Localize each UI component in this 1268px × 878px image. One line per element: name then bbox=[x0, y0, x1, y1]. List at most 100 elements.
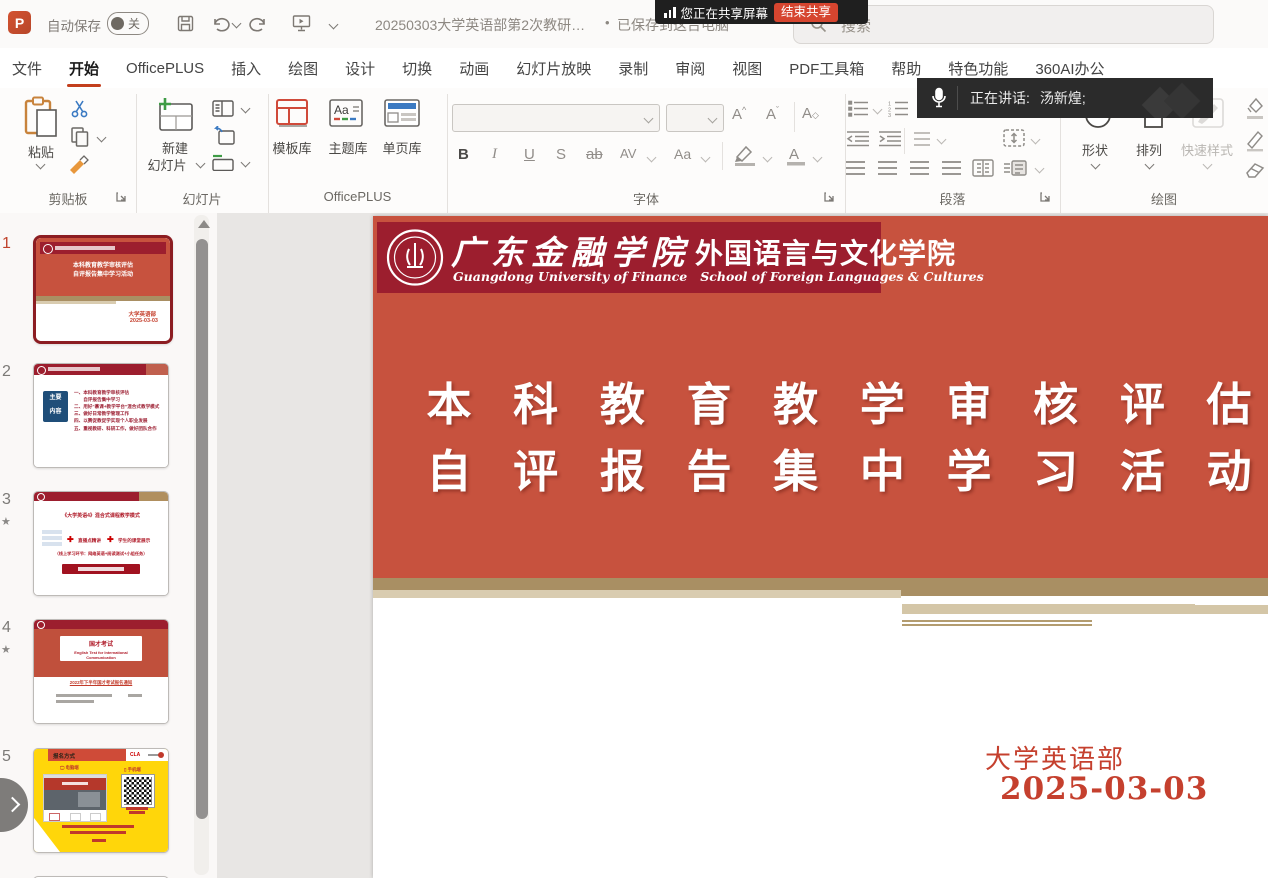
slide-layout-icon[interactable] bbox=[212, 100, 234, 122]
character-spacing-button[interactable]: AV bbox=[620, 146, 636, 161]
paragraph-dialog-launcher[interactable] bbox=[1040, 191, 1052, 203]
menu-item-帮助[interactable]: 帮助 bbox=[891, 58, 921, 79]
highlight-color-icon[interactable] bbox=[732, 144, 758, 171]
line-spacing-icon[interactable] bbox=[914, 132, 930, 147]
editing-canvas[interactable]: 广东金融学院 外国语言与文化学院 Guangdong University of… bbox=[217, 213, 1268, 878]
eraser-icon[interactable] bbox=[1244, 160, 1266, 185]
powerpoint-app-icon[interactable]: P bbox=[8, 11, 31, 34]
new-slide-button[interactable] bbox=[152, 96, 198, 138]
quick-access-dropdown-icon[interactable] bbox=[329, 20, 339, 30]
clear-formatting-button[interactable]: A◇ bbox=[802, 105, 819, 122]
text-direction-dropdown-icon[interactable] bbox=[1031, 135, 1041, 145]
font-dialog-launcher[interactable] bbox=[824, 191, 836, 203]
section-icon[interactable] bbox=[212, 154, 234, 176]
paste-label[interactable]: 粘贴 bbox=[14, 142, 68, 161]
menu-item-特色功能[interactable]: 特色功能 bbox=[948, 58, 1008, 79]
menu-item-录制[interactable]: 录制 bbox=[618, 58, 648, 79]
char-spacing-dropdown-icon[interactable] bbox=[647, 153, 657, 163]
bullets-dropdown-icon[interactable] bbox=[873, 105, 883, 115]
menu-item-设计[interactable]: 设计 bbox=[345, 58, 375, 79]
underline-button[interactable]: U bbox=[524, 146, 535, 163]
menu-item-开始[interactable]: 开始 bbox=[69, 58, 99, 79]
undo-dropdown-icon[interactable] bbox=[232, 19, 242, 29]
shape-fill-icon[interactable] bbox=[1244, 96, 1266, 125]
thumbnail-scrollbar-thumb[interactable] bbox=[196, 239, 208, 819]
increase-indent-icon[interactable] bbox=[878, 130, 902, 152]
copy-icon[interactable] bbox=[70, 126, 90, 153]
arrange-dropdown-icon[interactable] bbox=[1145, 160, 1155, 170]
layout-dropdown-icon[interactable] bbox=[241, 104, 251, 114]
undo-icon[interactable] bbox=[207, 10, 233, 36]
autosave-toggle[interactable]: 关 bbox=[107, 12, 149, 35]
scrollbar-up-arrow[interactable] bbox=[198, 220, 210, 228]
text-shadow-button[interactable]: S bbox=[556, 146, 566, 163]
slide-thumbnail-3[interactable]: 《大学英语4》混合式课程教学模式 ✚ 直播点精讲 ✚ 学生的课堂展示 （线上学习… bbox=[33, 491, 169, 596]
end-share-button[interactable]: 结束共享 bbox=[774, 3, 838, 22]
menu-item-视图[interactable]: 视图 bbox=[732, 58, 762, 79]
align-left-icon[interactable] bbox=[846, 161, 865, 176]
menu-item-文件[interactable]: 文件 bbox=[12, 58, 42, 79]
copy-dropdown-icon[interactable] bbox=[97, 133, 107, 143]
menu-item-绘图[interactable]: 绘图 bbox=[288, 58, 318, 79]
theme-library-label[interactable]: 主题库 bbox=[320, 138, 376, 157]
justify-icon[interactable] bbox=[942, 161, 961, 176]
menu-item-审阅[interactable]: 审阅 bbox=[675, 58, 705, 79]
clipboard-dialog-launcher[interactable] bbox=[116, 191, 128, 203]
redo-icon[interactable] bbox=[245, 10, 271, 36]
decrease-indent-icon[interactable] bbox=[846, 130, 870, 152]
menu-item-切换[interactable]: 切换 bbox=[402, 58, 432, 79]
menu-item-幻灯片放映[interactable]: 幻灯片放映 bbox=[516, 58, 591, 79]
section-dropdown-icon[interactable] bbox=[241, 158, 251, 168]
font-name-select[interactable] bbox=[452, 104, 660, 132]
font-color-dropdown-icon[interactable] bbox=[813, 153, 823, 163]
template-library-icon[interactable] bbox=[272, 98, 316, 130]
columns-icon[interactable] bbox=[972, 159, 994, 182]
bullets-icon[interactable] bbox=[848, 100, 870, 122]
paste-button[interactable] bbox=[22, 96, 60, 140]
slide-thumbnail-5[interactable]: 报名方式 CLA 🖵 电脑端 ▯ 手机端 bbox=[33, 748, 169, 853]
align-center-icon[interactable] bbox=[878, 161, 897, 176]
theme-library-icon[interactable]: Aa bbox=[326, 98, 366, 130]
quick-styles-dropdown-icon[interactable] bbox=[1203, 160, 1213, 170]
change-case-button[interactable]: Aa bbox=[674, 146, 691, 162]
grow-font-button[interactable]: A^ bbox=[732, 105, 746, 123]
change-case-dropdown-icon[interactable] bbox=[701, 153, 711, 163]
panel-expand-button[interactable] bbox=[0, 778, 28, 832]
new-slide-dropdown-icon[interactable] bbox=[196, 159, 206, 169]
slide-thumbnail-1[interactable]: 本科教育教学审核评估 自评报告集中学习活动 大学英语部 2025-03-03 bbox=[33, 235, 173, 344]
font-size-select[interactable] bbox=[666, 104, 724, 132]
numbering-icon[interactable]: 1 2 3 bbox=[888, 100, 910, 122]
shapes-label[interactable]: 形状 bbox=[1072, 140, 1118, 159]
arrange-label[interactable]: 排列 bbox=[1126, 140, 1172, 159]
template-library-label[interactable]: 模板库 bbox=[264, 138, 320, 157]
edit-shape-icon[interactable] bbox=[1244, 128, 1266, 157]
shrink-font-button[interactable]: Aˇ bbox=[766, 105, 779, 123]
menu-item-动画[interactable]: 动画 bbox=[459, 58, 489, 79]
format-painter-icon[interactable] bbox=[68, 154, 90, 179]
menu-item-OfficePLUS[interactable]: OfficePLUS bbox=[126, 60, 204, 77]
strikethrough-button[interactable]: ab bbox=[586, 146, 603, 163]
new-slide-label-2[interactable]: 幻灯片 bbox=[138, 155, 196, 174]
current-slide[interactable]: 广东金融学院 外国语言与文化学院 Guangdong University of… bbox=[373, 216, 1268, 878]
shapes-dropdown-icon[interactable] bbox=[1091, 160, 1101, 170]
convert-smartart-icon[interactable] bbox=[1002, 159, 1028, 182]
italic-button[interactable]: I bbox=[492, 146, 497, 163]
line-spacing-dropdown-icon[interactable] bbox=[937, 135, 947, 145]
start-slideshow-icon[interactable] bbox=[288, 10, 314, 36]
slide-thumbnail-4[interactable]: 国才考试 English Test for International Comm… bbox=[33, 619, 169, 724]
cut-icon[interactable] bbox=[70, 98, 90, 123]
smartart-dropdown-icon[interactable] bbox=[1035, 164, 1045, 174]
page-library-icon[interactable] bbox=[382, 98, 422, 130]
menu-item-360AI办公[interactable]: 360AI办公 bbox=[1035, 58, 1104, 79]
menu-item-PDF工具箱[interactable]: PDF工具箱 bbox=[789, 58, 864, 79]
save-icon[interactable] bbox=[172, 10, 198, 36]
bold-button[interactable]: B bbox=[458, 146, 469, 163]
reset-slide-icon[interactable] bbox=[214, 126, 236, 151]
menu-item-插入[interactable]: 插入 bbox=[231, 58, 261, 79]
font-color-icon[interactable]: A bbox=[784, 144, 808, 171]
text-direction-icon[interactable] bbox=[1002, 128, 1026, 153]
paste-dropdown-icon[interactable] bbox=[36, 160, 46, 170]
highlight-dropdown-icon[interactable] bbox=[763, 153, 773, 163]
slide-thumbnail-2[interactable]: 主要内容 一、本科教育教学审核评估 自评报告集中学习二、用好“慕课+教学平台”混… bbox=[33, 363, 169, 468]
align-right-icon[interactable] bbox=[910, 161, 929, 176]
